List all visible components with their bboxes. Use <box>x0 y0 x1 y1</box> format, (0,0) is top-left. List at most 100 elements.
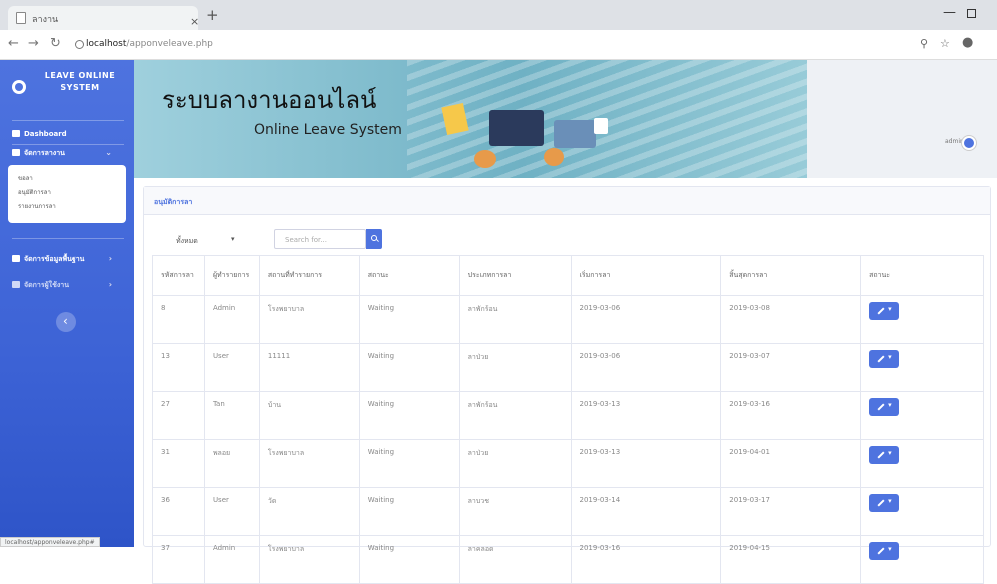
approve-leave-card: อนุมัติการลา ทั้งหมด ▾ Search for... รหั… <box>143 186 991 584</box>
cell-end: 2019-03-08 <box>720 295 862 344</box>
chevron-down-icon: ⌄ <box>105 148 112 157</box>
avatar[interactable] <box>962 136 976 150</box>
sidebar-item-label: จัดการข้อมูลพื้นฐาน <box>24 255 85 263</box>
brand-title: LEAVE ONLINE SYSTEM <box>44 71 116 92</box>
sidebar-divider <box>12 144 124 145</box>
close-tab-icon[interactable]: × <box>190 15 199 28</box>
username-label[interactable]: admin <box>945 138 964 145</box>
cell-end: 2019-03-16 <box>720 391 862 440</box>
cell-type: ลาบวช <box>458 487 572 536</box>
sidebar-item-basic-data[interactable]: จัดการข้อมูลพื้นฐาน › <box>12 254 122 265</box>
cell-status: Waiting <box>358 487 460 536</box>
col-header-start: เริ่มการลา <box>570 255 722 296</box>
zoom-icon[interactable]: ⚲ <box>920 37 928 50</box>
card-title: อนุมัติการลา <box>154 198 193 206</box>
cell-type: ลาพักร้อน <box>458 295 572 344</box>
info-icon[interactable] <box>75 40 84 49</box>
edit-status-button[interactable] <box>869 494 900 512</box>
cell-status: Waiting <box>358 343 460 392</box>
banner-title-english: Online Leave System <box>254 122 402 138</box>
cell-end: 2019-04-01 <box>720 439 862 488</box>
cell-location: วัด <box>258 487 360 536</box>
cell-requester: Admin <box>203 535 260 584</box>
cell-end: 2019-03-17 <box>720 487 862 536</box>
header-banner: ระบบลางานออนไลน์ Online Leave System <box>134 60 997 178</box>
cell-type: ลาคลอด <box>458 535 572 584</box>
cell-location: 11111 <box>258 343 360 392</box>
browser-tab-bar: ลางาน × + — <box>0 0 997 30</box>
cell-action <box>860 295 984 344</box>
dashboard-icon <box>12 130 20 137</box>
leave-table: รหัสการลา ผู้ทำรายการ สถานที่ทำรายการ สถ… <box>152 255 984 584</box>
search-input[interactable]: Search for... <box>274 229 366 249</box>
cell-location: โรงพยาบาล <box>258 439 360 488</box>
cell-end: 2019-04-15 <box>720 535 862 584</box>
chevron-right-icon: › <box>108 254 112 263</box>
banner-right-panel <box>807 60 997 178</box>
col-header-action: สถานะ <box>860 255 984 296</box>
col-header-location: สถานที่ทำรายการ <box>258 255 360 296</box>
cell-action <box>860 439 984 488</box>
cell-id: 27 <box>152 391 205 440</box>
profile-icon[interactable]: ● <box>962 35 973 50</box>
table-row: 8 Admin โรงพยาบาล Waiting ลาพักร้อน 2019-03-0… <box>152 295 984 344</box>
edit-status-button[interactable] <box>869 446 900 464</box>
col-header-status: สถานะ <box>358 255 460 296</box>
folder-icon <box>12 255 20 262</box>
cell-id: 31 <box>152 439 205 488</box>
users-icon <box>12 281 20 288</box>
forward-icon[interactable]: → <box>28 36 39 51</box>
address-path: /apponveleave.php <box>126 39 213 49</box>
cell-requester: User <box>203 487 260 536</box>
submenu-item-request[interactable]: ขอลา <box>18 173 33 183</box>
sidebar-item-leave[interactable]: จัดการลางาน ⌄ <box>12 148 122 159</box>
address-input[interactable]: localhost/apponveleave.php <box>86 39 213 49</box>
search-button[interactable] <box>366 229 382 249</box>
sidebar-item-users[interactable]: จัดการผู้ใช้งาน › <box>12 280 122 291</box>
status-url: localhost/apponveleave.php# <box>0 537 100 547</box>
submenu-item-approve[interactable]: อนุมัติการลา <box>18 187 51 197</box>
edit-status-button[interactable] <box>869 350 900 368</box>
sidebar-divider <box>12 120 124 121</box>
status-filter-select[interactable]: ทั้งหมด ▾ <box>160 229 250 251</box>
cell-id: 37 <box>152 535 205 584</box>
star-icon[interactable]: ☆ <box>940 37 950 50</box>
sidebar-toggle-button[interactable] <box>56 312 76 332</box>
browser-tab[interactable]: ลางาน × <box>8 6 199 30</box>
cell-type: ลาป่วย <box>458 343 572 392</box>
cell-status: Waiting <box>358 295 460 344</box>
cell-id: 8 <box>152 295 205 344</box>
edit-status-button[interactable] <box>869 398 900 416</box>
cell-status: Waiting <box>358 391 460 440</box>
back-icon[interactable]: ← <box>8 36 19 51</box>
edit-status-button[interactable] <box>869 542 900 560</box>
maximize-icon[interactable] <box>967 9 976 18</box>
cell-type: ลาป่วย <box>458 439 572 488</box>
new-tab-button[interactable]: + <box>206 6 219 24</box>
gear-icon <box>12 149 20 156</box>
submenu-item-report[interactable]: รายงานการลา <box>18 201 56 211</box>
cell-start: 2019-03-14 <box>570 487 722 536</box>
cell-start: 2019-03-16 <box>570 535 722 584</box>
chevron-down-icon: ▾ <box>231 235 235 243</box>
cell-start: 2019-03-06 <box>570 343 722 392</box>
sidebar-item-dashboard[interactable]: Dashboard <box>12 130 67 138</box>
cell-status: Waiting <box>358 439 460 488</box>
reload-icon[interactable]: ↻ <box>50 36 61 51</box>
table-row: 13 User 11111 Waiting ลาป่วย 2019-03-06 2019-0… <box>152 343 984 392</box>
sidebar-brand[interactable]: LEAVE ONLINE SYSTEM <box>0 60 134 118</box>
cell-requester: User <box>203 343 260 392</box>
table-row: 37 Admin โรงพยาบาล Waiting ลาคลอด 2019-03-16 2… <box>152 535 984 584</box>
edit-status-button[interactable] <box>869 302 900 320</box>
cell-location: บ้าน <box>258 391 360 440</box>
leave-submenu: ขอลา อนุมัติการลา รายงานการลา <box>8 165 126 223</box>
page-icon <box>16 12 26 24</box>
cell-start: 2019-03-13 <box>570 391 722 440</box>
minimize-icon[interactable]: — <box>943 5 956 20</box>
cell-requester: Tan <box>203 391 260 440</box>
table-row: 27 Tan บ้าน Waiting ลาพักร้อน 2019-03-13 2019-… <box>152 391 984 440</box>
sidebar-divider <box>12 238 124 239</box>
sidebar-item-label: จัดการลางาน <box>24 149 65 157</box>
col-header-end: สิ้นสุดการลา <box>720 255 862 296</box>
cell-start: 2019-03-13 <box>570 439 722 488</box>
